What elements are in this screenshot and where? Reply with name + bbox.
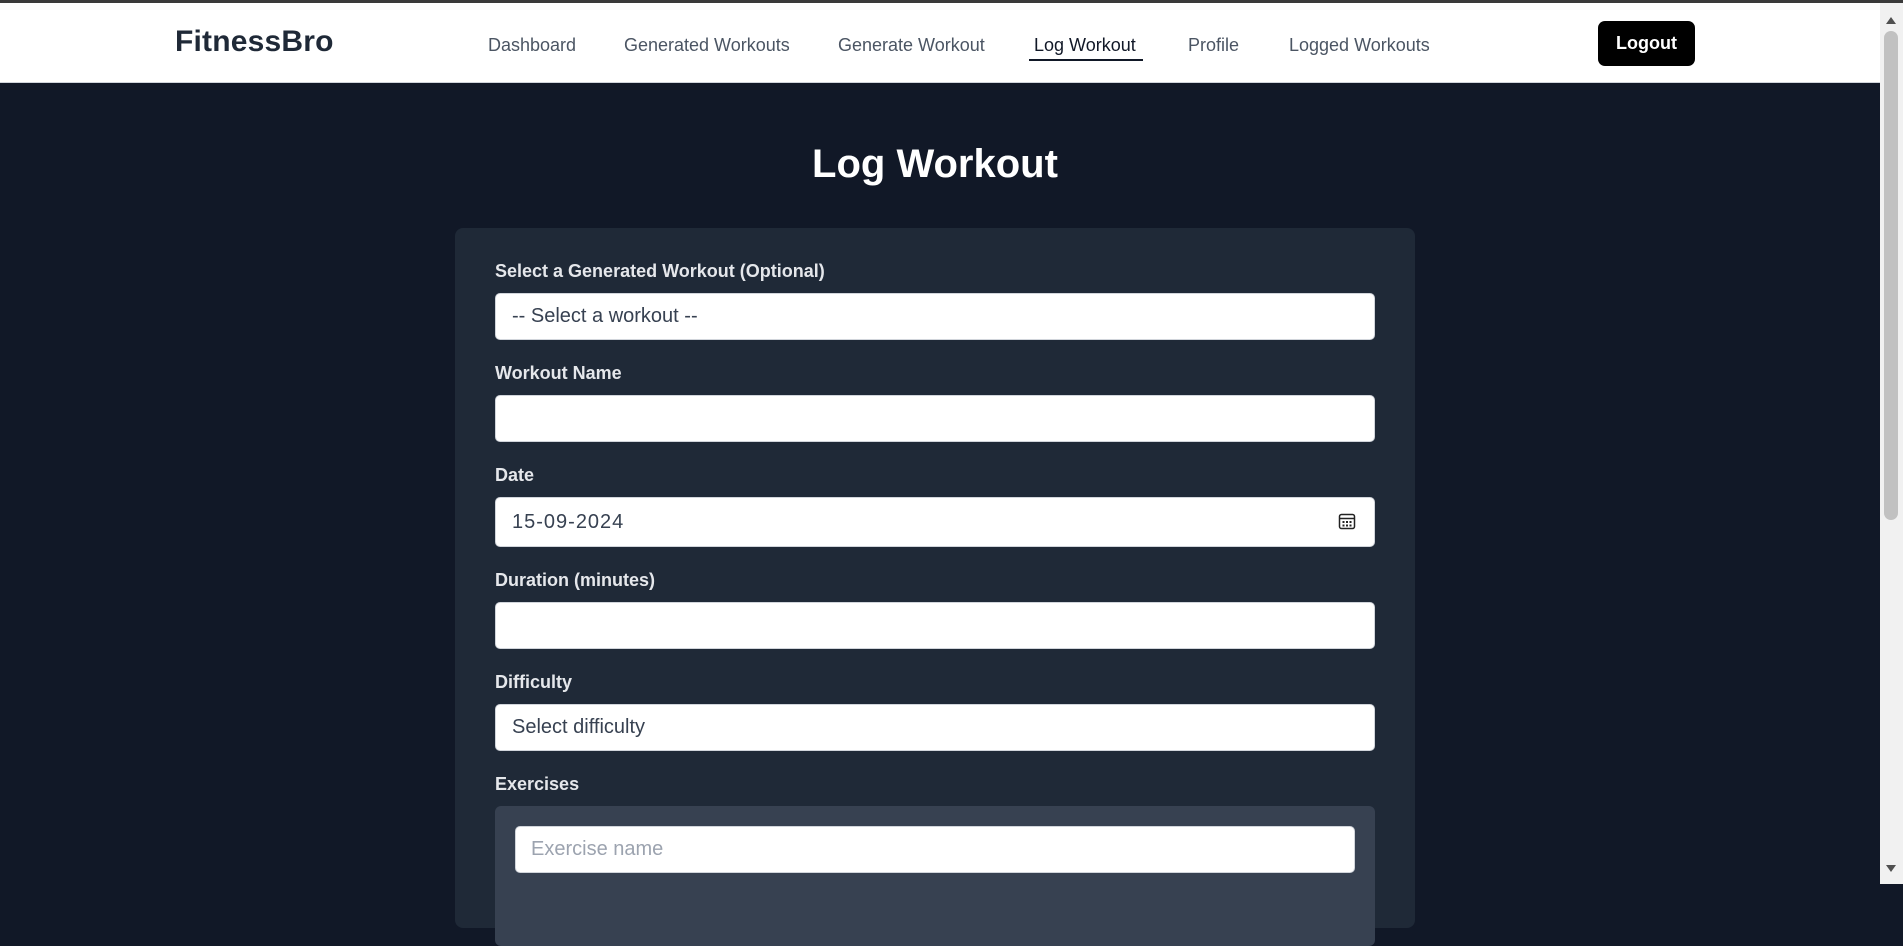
difficulty-label: Difficulty [495, 672, 573, 692]
nav-link-generate-workout[interactable]: Generate Workout [838, 34, 985, 56]
exercise-entry-panel [495, 806, 1375, 946]
nav-link-logged-workouts[interactable]: Logged Workouts [1289, 34, 1430, 56]
nav-link-dashboard[interactable]: Dashboard [488, 34, 576, 56]
date-input[interactable]: 15-09-2024 [495, 497, 1375, 547]
generated-workout-select-value: -- Select a workout -- [512, 305, 698, 327]
scrollbar-thumb[interactable] [1884, 31, 1898, 520]
top-navbar: FitnessBro Dashboard Generated Workouts … [0, 3, 1880, 83]
difficulty-select[interactable]: Select difficulty [495, 704, 1375, 751]
date-label: Date [495, 465, 535, 485]
nav-link-log-workout[interactable]: Log Workout [1034, 34, 1136, 56]
active-nav-underline [1029, 59, 1143, 61]
generated-workout-label: Select a Generated Workout (Optional) [495, 261, 825, 281]
scroll-down-arrow-icon[interactable] [1886, 865, 1896, 872]
page-title: Log Workout [812, 142, 1058, 186]
log-workout-form: Select a Generated Workout (Optional) --… [455, 228, 1415, 946]
exercise-name-input[interactable] [515, 826, 1355, 873]
page-scrollbar[interactable] [1880, 3, 1903, 884]
workout-name-input[interactable] [495, 395, 1375, 442]
nav-link-profile[interactable]: Profile [1188, 34, 1239, 56]
difficulty-select-value: Select difficulty [512, 716, 646, 738]
brand-logo[interactable]: FitnessBro [175, 25, 334, 59]
generated-workout-select[interactable]: -- Select a workout -- [495, 293, 1375, 340]
calendar-icon[interactable] [1338, 512, 1356, 530]
workout-name-label: Workout Name [495, 363, 622, 383]
nav-link-generated-workouts[interactable]: Generated Workouts [624, 34, 790, 56]
date-input-value: 15-09-2024 [512, 510, 625, 533]
scroll-up-arrow-icon[interactable] [1886, 17, 1896, 24]
duration-label: Duration (minutes) [495, 570, 655, 590]
exercises-label: Exercises [495, 774, 580, 794]
duration-input[interactable] [495, 602, 1375, 649]
logout-button[interactable]: Logout [1598, 21, 1695, 66]
